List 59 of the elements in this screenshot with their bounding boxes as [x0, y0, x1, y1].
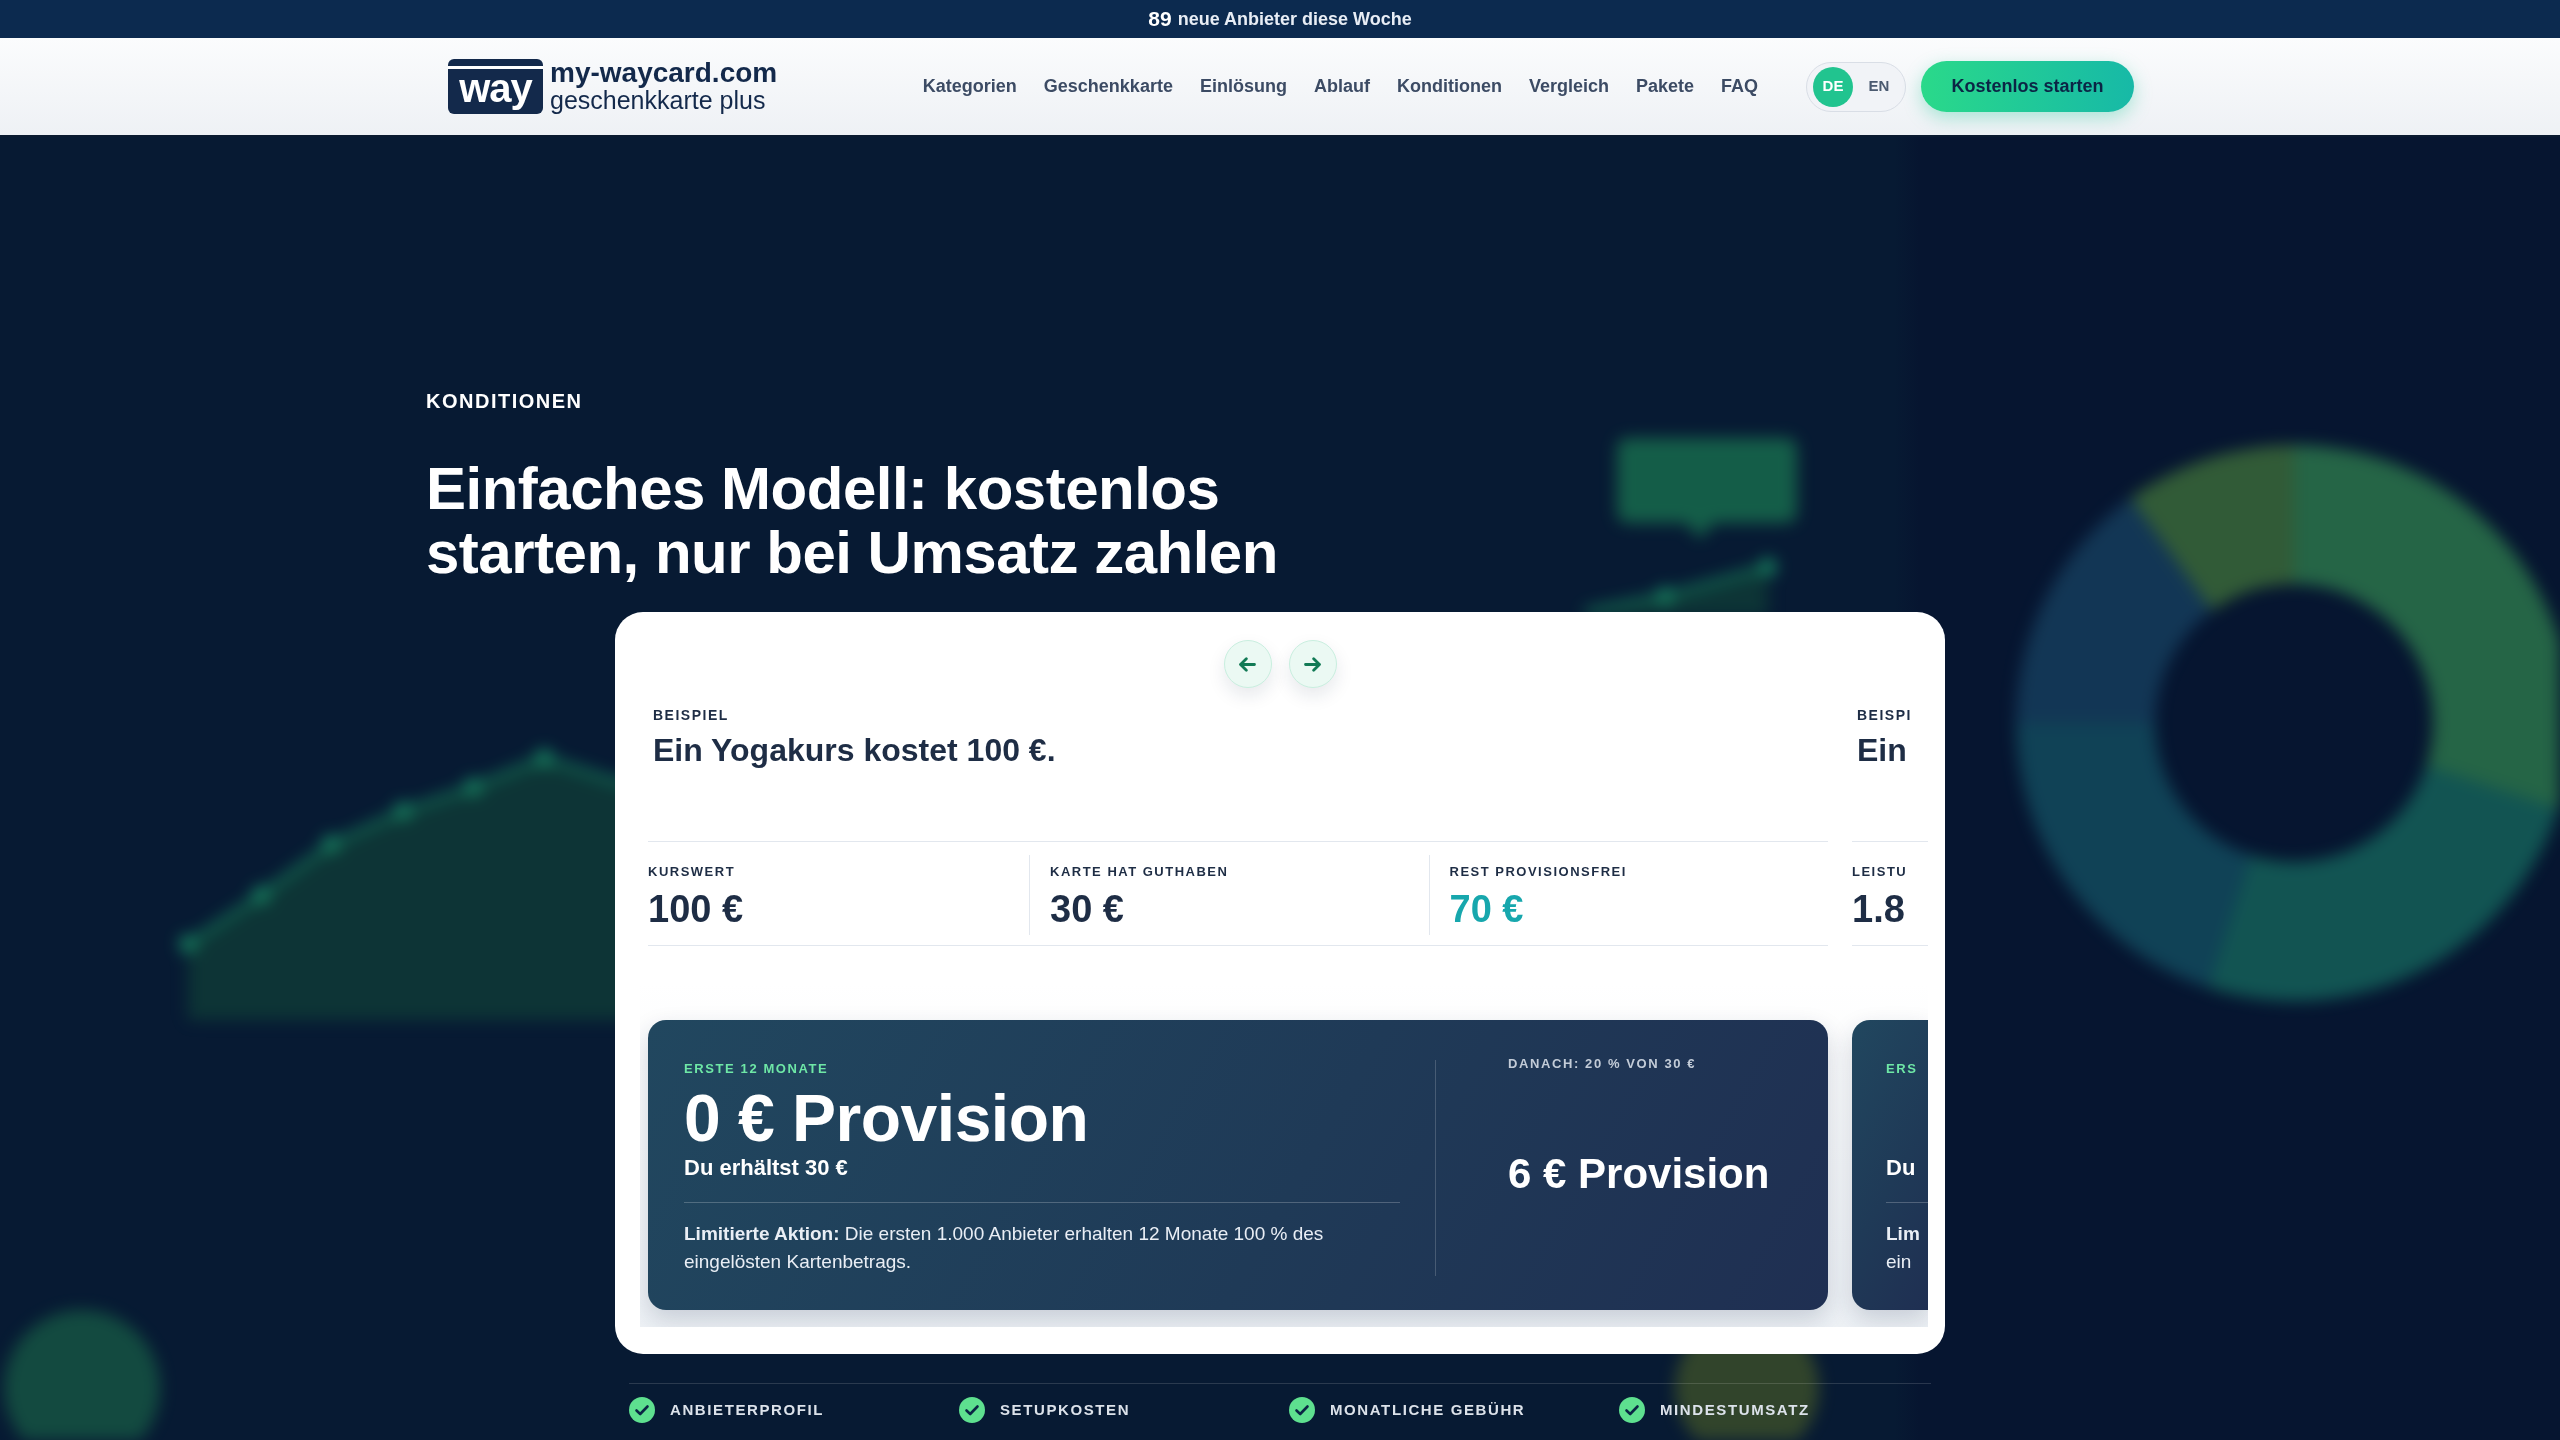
chart-point	[322, 835, 340, 853]
language-switch[interactable]: DE EN	[1806, 61, 1906, 112]
chart-point	[394, 802, 412, 820]
nav-link[interactable]: Pakete	[1635, 73, 1694, 100]
next-button[interactable]	[1288, 640, 1337, 688]
logo-mark[interactable]: way	[448, 59, 543, 114]
check-icon	[629, 1397, 655, 1423]
stat-value: 70 €	[1449, 887, 1524, 931]
stat-value: 100 €	[648, 887, 744, 931]
offer-subtitle: Du erhältst 30 €	[684, 1154, 848, 1182]
stat-label: KARTE HAT GUTHABEN	[1050, 863, 1229, 881]
feature-label: ANBIETERPROFIL	[670, 1401, 825, 1419]
nav-link[interactable]: FAQ	[1721, 73, 1758, 100]
nav-link[interactable]: Ablauf	[1313, 73, 1370, 100]
section-eyebrow: KONDITIONEN	[426, 389, 584, 413]
offer-title: 0 € Provision	[684, 1082, 1089, 1154]
arrow-left-icon	[1239, 656, 1256, 672]
nav-link[interactable]: Konditionen	[1396, 73, 1502, 100]
nav-link[interactable]: Einlösung	[1199, 73, 1287, 100]
announcement-text: neue Anbieter diese Woche	[1177, 8, 1412, 31]
offer-period: ERSTE 12 MONATE	[684, 1060, 829, 1078]
feature-label: MONATLICHE GEBÜHR	[1330, 1401, 1526, 1419]
feature-label: SETUPKOSTEN	[1000, 1401, 1131, 1419]
offer-period: ERS	[1886, 1060, 1918, 1078]
arrow-right-icon	[1304, 656, 1321, 672]
example-label: BEISPIEL	[652, 706, 729, 724]
chart-point	[464, 778, 482, 796]
section-heading: Einfaches Modell: kostenlos starten, nur bei Umsatz zahlen	[426, 457, 1279, 585]
stat-value: 1.8	[1852, 887, 1905, 931]
chart-point	[252, 886, 270, 904]
after-period-title: 6 € Provision	[1508, 1150, 1770, 1198]
example-title: Ein	[1856, 731, 1907, 770]
after-period-label: DANACH: 20 % VON 30 €	[1508, 1056, 1697, 1072]
chart-point	[1656, 587, 1674, 605]
example-label: BEISPI	[1856, 706, 1912, 724]
check-icon	[1619, 1397, 1645, 1423]
logo-name[interactable]: my-waycard.com	[550, 59, 778, 87]
nav-link[interactable]: Kategorien	[922, 73, 1017, 100]
nav-link[interactable]: Vergleich	[1528, 73, 1609, 100]
stat-label: LEISTU	[1852, 863, 1908, 881]
example-title: Ein Yogakurs kostet 100 €.	[652, 731, 1056, 770]
check-icon	[1289, 1397, 1315, 1423]
chart-point	[179, 935, 197, 953]
stat-label: REST PROVISIONSFREI	[1449, 863, 1627, 881]
check-icon	[959, 1397, 985, 1423]
chart-point	[535, 749, 553, 767]
offer-note: Lim ein	[1886, 1222, 1921, 1274]
chart-point	[1759, 558, 1777, 576]
offer-note: Limitierte Aktion: Die ersten 1.000 Anbieter erhalten 12 Monate 100 % des eingelösten Kartenbetrags.	[684, 1222, 1325, 1274]
logo-tagline[interactable]: geschenkkarte plus	[550, 87, 778, 114]
previous-button[interactable]	[1223, 640, 1272, 688]
language-option[interactable]: EN	[1859, 66, 1899, 107]
stat-value: 30 €	[1050, 887, 1124, 931]
feature-label: MINDESTUMSATZ	[1660, 1401, 1810, 1419]
start-free-button[interactable]: Kostenlos starten	[1921, 61, 2134, 112]
announcement-count: 89	[1148, 7, 1172, 31]
offer-subtitle: Du	[1886, 1154, 1916, 1182]
nav-link[interactable]: Geschenkkarte	[1043, 73, 1173, 100]
stat-label: KURSWERT	[648, 863, 736, 881]
